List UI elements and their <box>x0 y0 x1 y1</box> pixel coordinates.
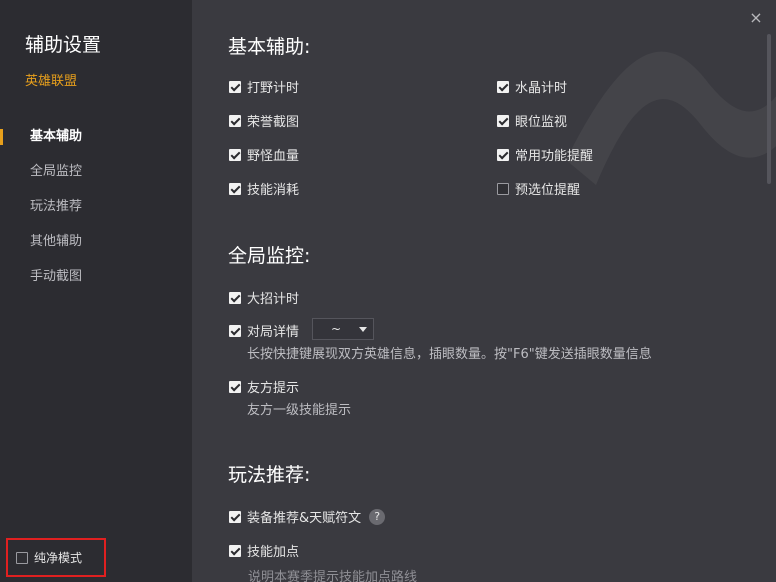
ally-hint-description: 友方一级技能提示 <box>247 403 352 418</box>
option-label: 对局详情 <box>247 325 300 340</box>
background-decoration <box>566 51 776 185</box>
option-crystal-timer[interactable]: 水晶计时 <box>497 77 567 96</box>
ally-hint-checkbox[interactable] <box>229 380 241 393</box>
sidebar-item-recommend[interactable]: 玩法推荐 <box>0 192 192 227</box>
close-icon[interactable]: × <box>748 10 764 26</box>
option-label: 眼位监视 <box>515 115 568 130</box>
section-title-recommend: 玩法推荐: <box>228 464 311 486</box>
sidebar-item-global[interactable]: 全局监控 <box>0 157 192 192</box>
match-detail-checkbox[interactable] <box>229 324 241 337</box>
sidebar-item-other[interactable]: 其他辅助 <box>0 227 192 262</box>
sidebar-item-screenshot[interactable]: 手动截图 <box>0 262 192 297</box>
clean-mode-option[interactable]: 纯净模式 <box>16 549 82 566</box>
skill-points-checkbox[interactable] <box>229 544 241 557</box>
option-label: 大招计时 <box>247 292 300 307</box>
option-function-reminder[interactable]: 常用功能提醒 <box>497 145 593 164</box>
option-skill-cost[interactable]: 技能消耗 <box>229 179 299 198</box>
function-reminder-checkbox[interactable] <box>497 148 509 161</box>
honor-screenshot-checkbox[interactable] <box>229 114 241 127</box>
section-title-basic: 基本辅助: <box>228 36 311 58</box>
crystal-timer-checkbox[interactable] <box>497 80 509 93</box>
option-jungle-timer[interactable]: 打野计时 <box>229 77 299 96</box>
monster-hp-checkbox[interactable] <box>229 148 241 161</box>
preselect-reminder-checkbox[interactable] <box>497 182 509 195</box>
option-label: 技能加点 <box>247 545 300 560</box>
match-detail-description: 长按快捷键展现双方英雄信息，插眼数量。按"F6"键发送插眼数量信息 <box>247 347 652 362</box>
sidebar-item-basic[interactable]: 基本辅助 <box>0 122 192 157</box>
clean-mode-label: 纯净模式 <box>34 551 83 565</box>
option-honor-screenshot[interactable]: 荣誉截图 <box>229 111 299 130</box>
scrollbar[interactable] <box>767 34 771 184</box>
equip-recommend-checkbox[interactable] <box>229 510 241 523</box>
ult-timer-checkbox[interactable] <box>229 291 241 304</box>
hotkey-select[interactable]: ~ <box>312 318 374 340</box>
skill-points-description: 说明本赛季提示技能加点路线 <box>248 570 418 582</box>
sidebar-nav: 基本辅助 全局监控 玩法推荐 其他辅助 手动截图 <box>0 122 192 297</box>
jungle-timer-checkbox[interactable] <box>229 80 241 93</box>
option-ward-monitor[interactable]: 眼位监视 <box>497 111 567 130</box>
clean-mode-highlight: 纯净模式 <box>6 538 106 577</box>
option-label: 友方提示 <box>247 381 300 396</box>
option-label: 野怪血量 <box>247 149 300 164</box>
ward-monitor-checkbox[interactable] <box>497 114 509 127</box>
chevron-down-icon <box>359 327 367 332</box>
option-label: 预选位提醒 <box>515 183 581 198</box>
option-label: 打野计时 <box>247 81 300 96</box>
option-monster-hp[interactable]: 野怪血量 <box>229 145 299 164</box>
option-skill-points[interactable]: 技能加点 <box>229 541 299 560</box>
section-title-global: 全局监控: <box>228 245 311 267</box>
clean-mode-checkbox[interactable] <box>16 551 28 564</box>
option-ult-timer[interactable]: 大招计时 <box>229 288 299 307</box>
skill-cost-checkbox[interactable] <box>229 182 241 195</box>
main-panel: × 基本辅助: 打野计时 水晶计时 荣誉截图 眼位监视 野怪血量 常用功能提醒 … <box>192 0 776 582</box>
sidebar-title: 辅助设置 <box>25 34 102 56</box>
option-match-detail[interactable]: 对局详情 <box>229 321 299 340</box>
option-label: 常用功能提醒 <box>515 149 594 164</box>
sidebar-game-name: 英雄联盟 <box>25 74 78 89</box>
option-preselect-reminder[interactable]: 预选位提醒 <box>497 179 580 198</box>
option-label: 装备推荐&天赋符文 <box>247 511 362 526</box>
option-label: 荣誉截图 <box>247 115 300 130</box>
option-label: 技能消耗 <box>247 183 300 198</box>
option-equip-recommend[interactable]: 装备推荐&天赋符文 ? <box>229 507 386 526</box>
sidebar: 辅助设置 英雄联盟 基本辅助 全局监控 玩法推荐 其他辅助 手动截图 纯净模式 <box>0 0 192 582</box>
hotkey-select-value: ~ <box>331 322 342 336</box>
option-label: 水晶计时 <box>515 81 568 96</box>
help-icon[interactable]: ? <box>369 508 386 525</box>
option-ally-hint[interactable]: 友方提示 <box>229 377 299 396</box>
